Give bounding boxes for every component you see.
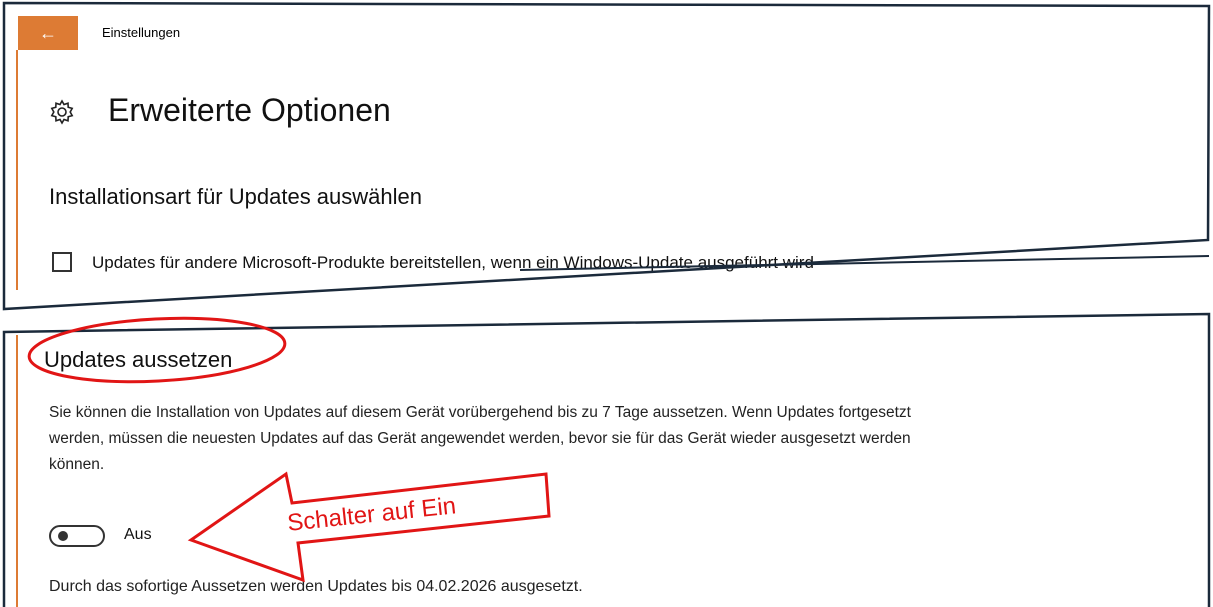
window-title: Einstellungen: [102, 25, 181, 40]
other-products-checkbox-label[interactable]: Updates für andere Microsoft-Produkte be…: [92, 253, 814, 273]
gear-icon: [50, 99, 74, 125]
install-section-heading: Installationsart für Updates auswählen: [49, 184, 422, 209]
accent-bar-bottom: [16, 335, 18, 607]
pause-updates-toggle[interactable]: [49, 525, 105, 547]
pause-section-heading: Updates aussetzen: [44, 347, 233, 372]
arrow-left-icon: ←: [39, 22, 57, 43]
toggle-knob: [58, 531, 68, 541]
pause-info-text: Durch das sofortige Aussetzen werden Upd…: [49, 578, 583, 595]
other-products-checkbox[interactable]: [52, 252, 72, 272]
page-title: Erweiterte Optionen: [108, 92, 391, 128]
title-bar: ← Einstellungen: [18, 16, 1213, 50]
toggle-state-label: Aus: [124, 526, 152, 543]
accent-bar-top: [16, 50, 18, 290]
callout-text: Schalter auf Ein: [286, 492, 458, 537]
back-button[interactable]: ←: [18, 16, 78, 50]
pause-description: Sie können die Installation von Updates …: [49, 404, 911, 473]
